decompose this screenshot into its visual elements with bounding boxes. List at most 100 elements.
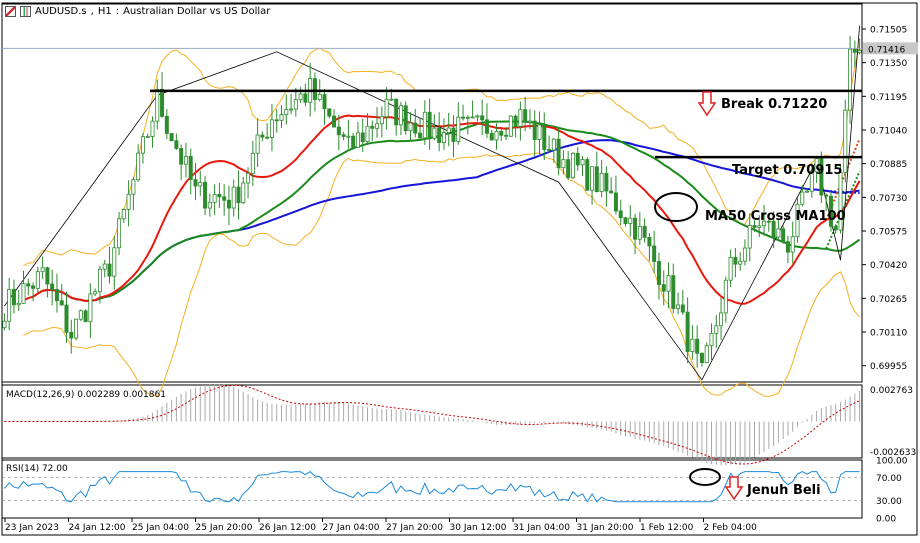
candle-body — [212, 194, 217, 203]
candle-body — [441, 132, 446, 143]
candle-body — [117, 218, 122, 249]
candle-body — [289, 108, 294, 111]
candle-body — [475, 115, 480, 118]
candle-body — [50, 283, 55, 290]
candle-body — [499, 131, 504, 136]
candle-body — [843, 109, 848, 173]
price-tick-label: 0.71040 — [870, 127, 907, 137]
time-tick-label: 24 Jan 12:00 — [69, 523, 126, 533]
price-tick-label: 0.71505 — [870, 25, 907, 35]
candle-body — [312, 78, 317, 100]
candle-body — [226, 199, 231, 209]
candle-body — [217, 194, 222, 198]
candle-body — [112, 247, 117, 277]
candle-body — [451, 127, 456, 142]
candle-body — [699, 352, 704, 364]
price-tick-label: 0.71350 — [870, 59, 907, 69]
candle-body — [461, 116, 466, 119]
candle-body — [355, 132, 360, 148]
candle-body — [413, 122, 418, 134]
candle-body — [231, 186, 236, 209]
candle-body — [107, 263, 112, 277]
candle-body — [403, 105, 408, 132]
candle-body — [757, 225, 762, 228]
candle-body — [174, 140, 179, 149]
candle-body — [633, 217, 638, 240]
candle-body — [2, 320, 7, 329]
candle-body — [695, 338, 700, 354]
candle-body — [671, 275, 676, 309]
rsi-tick-label: 70.00 — [876, 474, 902, 484]
time-tick-label: 2 Feb 04:00 — [704, 523, 758, 533]
candle-body — [790, 236, 795, 253]
candle-body — [852, 48, 857, 53]
candle-body — [346, 135, 351, 138]
overbought-label: Jenuh Beli — [746, 483, 821, 498]
candle-body — [547, 149, 552, 151]
candle-body — [341, 134, 346, 137]
candle-body — [375, 123, 380, 129]
candle-body — [40, 267, 45, 273]
candle-body — [222, 196, 227, 201]
candle-body — [427, 111, 432, 139]
candle-body — [293, 99, 298, 110]
time-tick-label: 25 Jan 20:00 — [196, 523, 253, 533]
candle-body — [742, 247, 747, 262]
candle-body — [298, 93, 303, 101]
candle-body — [446, 127, 451, 134]
candle-body — [585, 159, 590, 191]
candle-body — [365, 125, 370, 143]
rsi-tick-label: 0.00 — [876, 515, 896, 525]
candle-body — [618, 210, 623, 219]
candle-body — [64, 304, 69, 333]
candle-body — [150, 120, 155, 137]
candle-body — [160, 88, 165, 117]
price-tick-label: 0.70420 — [870, 261, 907, 271]
time-tick-label: 1 Feb 12:00 — [640, 523, 694, 533]
candle-body — [59, 300, 64, 306]
candle-body — [93, 291, 98, 295]
candle-body — [805, 190, 810, 193]
candle-body — [432, 127, 437, 139]
candle-body — [394, 98, 399, 126]
timeframe-label: H1 — [97, 6, 112, 17]
candle-body — [628, 217, 633, 224]
candle-body — [575, 152, 580, 166]
candle-body — [384, 98, 389, 118]
rsi-tick-label: 100.00 — [876, 457, 908, 467]
candle-body — [824, 194, 829, 197]
candle-body — [317, 94, 322, 100]
candle-body — [389, 98, 394, 101]
candle-body — [456, 116, 461, 142]
candle-body — [336, 126, 341, 136]
candle-body — [590, 166, 595, 191]
candle-body — [398, 105, 403, 126]
candle-body — [551, 138, 556, 151]
candle-body — [719, 312, 724, 327]
time-tick-label: 27 Jan 20:00 — [386, 523, 443, 533]
candle-body — [246, 172, 251, 184]
candle-body — [604, 172, 609, 192]
indicator-icon[interactable] — [20, 6, 31, 17]
candle-body — [676, 304, 681, 309]
candle-body — [833, 225, 838, 231]
chart-type-icon[interactable] — [5, 6, 16, 17]
candle-body — [83, 310, 88, 323]
candle-body — [11, 288, 16, 306]
candle-body — [422, 111, 427, 139]
candle-body — [527, 120, 532, 123]
candle-body — [685, 311, 690, 352]
candle-body — [31, 285, 36, 289]
candle-body — [599, 172, 604, 193]
candle-body — [513, 115, 518, 127]
time-tick-label: 25 Jan 04:00 — [132, 523, 189, 533]
candle-body — [570, 152, 575, 179]
candle-body — [666, 275, 671, 292]
candle-body — [303, 93, 308, 103]
candle-body — [776, 228, 781, 238]
target-label: Target 0.70915 — [732, 163, 842, 178]
price-tick-label: 0.69955 — [870, 362, 907, 372]
time-tick-label: 30 Jan 12:00 — [450, 523, 507, 533]
candle-body — [623, 217, 628, 224]
candle-body — [470, 116, 475, 119]
